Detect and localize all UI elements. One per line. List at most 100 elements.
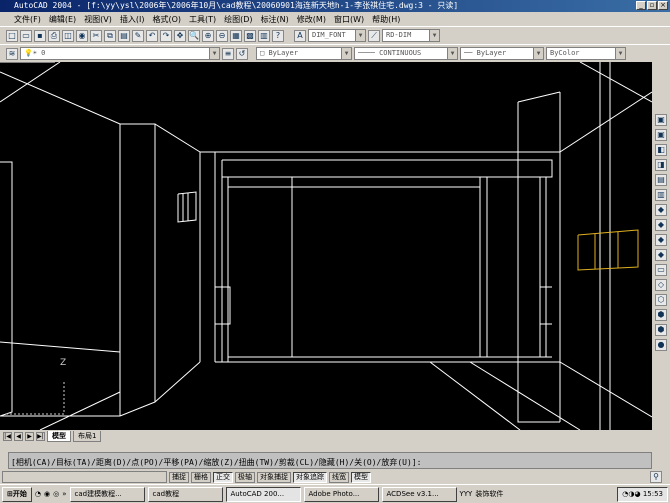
save-icon[interactable]: ▪: [34, 29, 46, 42]
help-icon[interactable]: ?: [272, 29, 284, 42]
layer-manager-icon[interactable]: ≋: [6, 47, 18, 60]
zoom-previous-icon[interactable]: ⊖: [216, 29, 228, 42]
menu-window[interactable]: 窗口(W): [334, 14, 364, 25]
view-sw-iso-icon[interactable]: ◆: [655, 204, 667, 216]
polar-button[interactable]: 极轴: [235, 471, 255, 483]
task-acdsee[interactable]: ACDSee v3.1...: [381, 486, 457, 502]
new-icon[interactable]: □: [6, 29, 18, 42]
model-button[interactable]: 模型: [351, 471, 371, 483]
task-autocad[interactable]: AutoCAD 200...: [225, 486, 301, 502]
toolbar-decoration-software[interactable]: 装饰软件: [475, 489, 503, 499]
menu-tools[interactable]: 工具(T): [189, 14, 216, 25]
dim-style-select[interactable]: RD-DIM ▼: [382, 29, 440, 42]
minimize-button[interactable]: _: [636, 1, 646, 10]
camera-icon[interactable]: ▭: [655, 264, 667, 276]
snap-button[interactable]: 捕捉: [169, 471, 189, 483]
preview-icon[interactable]: ◫: [62, 29, 74, 42]
maximize-button[interactable]: ▫: [647, 1, 657, 10]
make-current-layer-icon[interactable]: ≡: [222, 47, 234, 60]
otrack-button[interactable]: 对象追踪: [293, 471, 327, 483]
grid-button[interactable]: 栅格: [191, 471, 211, 483]
system-tray: ◔◑◕ 15:53: [617, 486, 668, 502]
linetype-select[interactable]: ──── CONTINUOUS ▼: [354, 47, 458, 60]
properties-icon[interactable]: ▦: [230, 29, 242, 42]
menu-draw[interactable]: 绘图(D): [224, 14, 252, 25]
zoom-realtime-icon[interactable]: 🔍: [188, 29, 200, 42]
view-left-icon[interactable]: ◧: [655, 144, 667, 156]
more-icon[interactable]: »: [62, 490, 66, 498]
start-button[interactable]: ⊞开始: [2, 486, 32, 502]
cut-icon[interactable]: ✂: [90, 29, 102, 42]
close-button[interactable]: ×: [658, 1, 668, 10]
quicklaunch-icon[interactable]: ◔: [35, 490, 41, 498]
last-tab-button[interactable]: ▶|: [36, 431, 45, 441]
print-icon[interactable]: ⎙: [48, 29, 60, 42]
design-center-icon[interactable]: ▩: [244, 29, 256, 42]
next-tab-button[interactable]: ▶: [25, 431, 34, 441]
tab-model[interactable]: 模型: [47, 430, 71, 442]
coordinates-display: [2, 471, 167, 483]
view-right-icon[interactable]: ◨: [655, 159, 667, 171]
menu-modify[interactable]: 修改(M): [297, 14, 326, 25]
toolbar-yyy[interactable]: YYY: [460, 490, 473, 498]
text-style-icon: A: [294, 29, 306, 42]
copy-icon[interactable]: ⧉: [104, 29, 116, 42]
tray-icons[interactable]: ◔◑◕: [622, 490, 643, 498]
view-bottom-icon[interactable]: ▣: [655, 129, 667, 141]
publish-icon[interactable]: ◉: [76, 29, 88, 42]
menu-bar: 文件(F) 编辑(E) 视图(V) 插入(I) 格式(O) 工具(T) 绘图(D…: [0, 12, 670, 26]
dim-style-icon: ⟋: [368, 29, 380, 42]
color-select[interactable]: □ ByLayer ▼: [256, 47, 352, 60]
layer-previous-icon[interactable]: ↺: [236, 47, 248, 60]
clock: 15:53: [642, 489, 663, 498]
menu-dimension[interactable]: 标注(N): [261, 14, 289, 25]
view-toolbar: ▣ ▣ ◧ ◨ ▤ ▥ ◆ ◆ ◆ ◆ ▭ ◇ ⬡ ⬢ ⬢ ●: [652, 62, 670, 442]
undo-icon[interactable]: ↶: [146, 29, 158, 42]
shade-2d-icon[interactable]: ◇: [655, 279, 667, 291]
plotstyle-select[interactable]: ByColor ▼: [546, 47, 626, 60]
task-cad-tutorial[interactable]: cad建模教程...: [69, 486, 145, 502]
zoom-window-icon[interactable]: ⊕: [202, 29, 214, 42]
view-nw-iso-icon[interactable]: ◆: [655, 249, 667, 261]
view-top-icon[interactable]: ▣: [655, 114, 667, 126]
view-front-icon[interactable]: ▤: [655, 174, 667, 186]
match-properties-icon[interactable]: ✎: [132, 29, 144, 42]
menu-help[interactable]: 帮助(H): [372, 14, 400, 25]
command-line[interactable]: [相机(CA)/目标(TA)/距离(D)/点(PO)/平移(PA)/缩放(Z)/…: [8, 452, 652, 469]
communication-center-icon[interactable]: ⚲: [650, 471, 662, 483]
text-style-select[interactable]: DIM_FONT ▼: [308, 29, 366, 42]
layer-select[interactable]: 💡☀ 0 ▼: [20, 47, 220, 60]
open-icon[interactable]: ▭: [20, 29, 32, 42]
task-photoshop[interactable]: Adobe Photo...: [303, 486, 379, 502]
first-tab-button[interactable]: |◀: [3, 431, 12, 441]
outlook-icon[interactable]: ◎: [53, 490, 59, 498]
tab-layout1[interactable]: 布局1: [73, 430, 102, 442]
redo-icon[interactable]: ↷: [160, 29, 172, 42]
lineweight-select[interactable]: ── ByLayer ▼: [460, 47, 544, 60]
shade-gouraud-icon[interactable]: ●: [655, 339, 667, 351]
ie-icon[interactable]: ◉: [44, 490, 50, 498]
tool-palettes-icon[interactable]: ▥: [258, 29, 270, 42]
osnap-button[interactable]: 对象捕捉: [257, 471, 291, 483]
shade-3d-icon[interactable]: ⬡: [655, 294, 667, 306]
shade-hidden-icon[interactable]: ⬢: [655, 309, 667, 321]
menu-file[interactable]: 文件(F): [14, 14, 41, 25]
shade-flat-icon[interactable]: ⬢: [655, 324, 667, 336]
layout-tabs: |◀ ◀ ▶ ▶| 模型 布局1: [0, 430, 652, 442]
view-se-iso-icon[interactable]: ◆: [655, 219, 667, 231]
pan-icon[interactable]: ✥: [174, 29, 186, 42]
prev-tab-button[interactable]: ◀: [14, 431, 23, 441]
menu-format[interactable]: 格式(O): [152, 14, 181, 25]
menu-edit[interactable]: 编辑(E): [49, 14, 76, 25]
task-cad-folder[interactable]: cad教程: [147, 486, 223, 502]
paste-icon[interactable]: ▤: [118, 29, 130, 42]
wireframe-drawing: [0, 61, 653, 431]
standard-toolbar: □ ▭ ▪ ⎙ ◫ ◉ ✂ ⧉ ▤ ✎ ↶ ↷ ✥ 🔍 ⊕ ⊖ ▦ ▩ ▥ ? …: [0, 26, 670, 44]
view-back-icon[interactable]: ▥: [655, 189, 667, 201]
menu-insert[interactable]: 插入(I): [120, 14, 145, 25]
menu-view[interactable]: 视图(V): [84, 14, 112, 25]
drawing-canvas[interactable]: Z: [0, 61, 653, 431]
lineweight-button[interactable]: 线宽: [329, 471, 349, 483]
ortho-button[interactable]: 正交: [213, 471, 233, 483]
view-ne-iso-icon[interactable]: ◆: [655, 234, 667, 246]
